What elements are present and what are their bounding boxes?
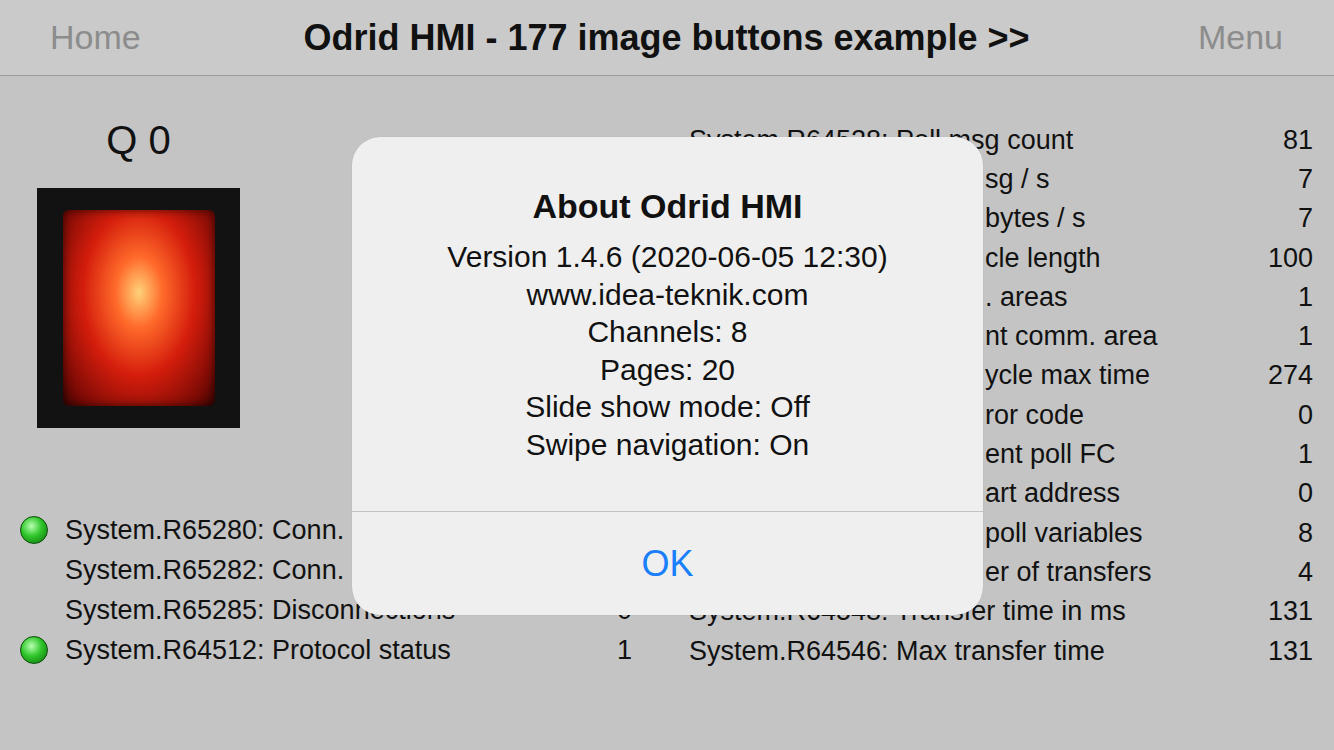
nav-title[interactable]: Odrid HMI - 177 image buttons example >> bbox=[287, 17, 1045, 59]
stat-value: 0 bbox=[1286, 477, 1313, 509]
status-value: 1 bbox=[605, 634, 632, 666]
home-button[interactable]: Home bbox=[50, 18, 141, 57]
stat-label: System.R64546: Max transfer time bbox=[689, 635, 1256, 667]
status-lamp-icon bbox=[20, 636, 48, 664]
dialog-line: Pages: 20 bbox=[600, 351, 735, 389]
ok-button[interactable]: OK bbox=[352, 512, 983, 615]
stat-value: 131 bbox=[1256, 635, 1313, 667]
dialog-line: Version 1.4.6 (2020-06-05 12:30) bbox=[447, 238, 887, 276]
stat-value: 274 bbox=[1256, 359, 1313, 391]
stat-value: 4 bbox=[1286, 556, 1313, 588]
status-label: System.R64512: Protocol status bbox=[65, 634, 588, 666]
stat-value: 1 bbox=[1286, 281, 1313, 313]
switch-label: Q 0 bbox=[37, 116, 240, 164]
dialog-line: Swipe navigation: On bbox=[526, 426, 810, 464]
stat-value: 0 bbox=[1286, 399, 1313, 431]
stat-value: 1 bbox=[1286, 438, 1313, 470]
stat-value: 100 bbox=[1256, 242, 1313, 274]
nav-bar: Home Odrid HMI - 177 image buttons exampl… bbox=[0, 0, 1334, 76]
stat-row: System.R64546: Max transfer time131 bbox=[689, 631, 1313, 670]
menu-button[interactable]: Menu bbox=[1198, 18, 1283, 57]
status-row: System.R64512: Protocol status 1 bbox=[20, 630, 632, 670]
dialog-line: Slide show mode: Off bbox=[525, 388, 810, 426]
dialog-line: Channels: 8 bbox=[587, 313, 747, 351]
stat-value: 8 bbox=[1286, 517, 1313, 549]
dialog-body: About Odrid HMI Version 1.4.6 (2020-06-05… bbox=[352, 137, 983, 511]
switch-photo[interactable] bbox=[37, 188, 240, 428]
status-lamp-icon bbox=[20, 516, 48, 544]
hmi-screen: Home Odrid HMI - 177 image buttons exampl… bbox=[0, 0, 1334, 750]
stat-value: 131 bbox=[1256, 595, 1313, 627]
dialog-title: About Odrid HMI bbox=[532, 183, 802, 229]
about-dialog: About Odrid HMI Version 1.4.6 (2020-06-05… bbox=[352, 137, 983, 615]
stat-value: 81 bbox=[1271, 124, 1313, 156]
stat-value: 7 bbox=[1286, 163, 1313, 195]
stat-value: 7 bbox=[1286, 202, 1313, 234]
stat-value: 1 bbox=[1286, 320, 1313, 352]
dialog-line: www.idea-teknik.com bbox=[527, 276, 809, 314]
rocker-switch bbox=[63, 210, 215, 406]
dialog-buttons: OK bbox=[352, 511, 983, 615]
